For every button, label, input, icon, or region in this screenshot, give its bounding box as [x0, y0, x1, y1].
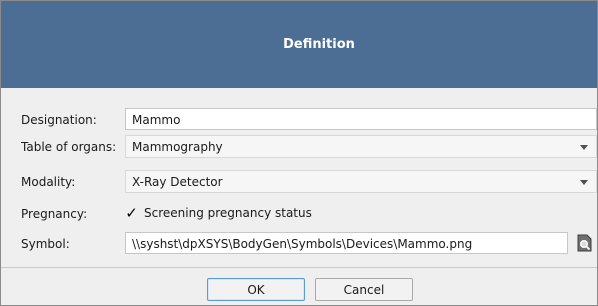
- designation-row: Designation: Mammo: [1, 108, 597, 133]
- table-of-organs-select[interactable]: Mammography: [125, 135, 597, 158]
- ok-button[interactable]: OK: [207, 278, 305, 301]
- designation-label: Designation:: [21, 113, 97, 127]
- modality-value: X-Ray Detector: [132, 175, 223, 189]
- modality-label: Modality:: [21, 175, 76, 189]
- chevron-down-icon: [580, 145, 588, 150]
- table-of-organs-label: Table of organs:: [21, 140, 117, 154]
- chevron-down-icon: [580, 180, 588, 185]
- table-of-organs-row: Table of organs: Mammography: [1, 135, 597, 160]
- modality-select[interactable]: X-Ray Detector: [125, 170, 597, 193]
- cancel-button[interactable]: Cancel: [315, 278, 413, 301]
- table-of-organs-value: Mammography: [132, 140, 223, 154]
- symbol-label: Symbol:: [21, 237, 70, 251]
- pregnancy-checkbox-control[interactable]: ✓ Screening pregnancy status: [125, 202, 312, 224]
- definition-dialog: Definition Designation: Mammo Table of o…: [0, 0, 598, 306]
- symbol-path-input[interactable]: \\syshst\dpXSYS\BodyGen\Symbols\Devices\…: [125, 232, 568, 254]
- file-search-icon: [577, 234, 592, 252]
- dialog-title: Definition: [283, 37, 355, 52]
- pregnancy-checkbox[interactable]: ✓: [125, 204, 138, 222]
- pregnancy-row: Pregnancy: ✓ Screening pregnancy status: [1, 202, 597, 227]
- dialog-titlebar[interactable]: Definition: [1, 1, 597, 88]
- designation-input[interactable]: Mammo: [125, 108, 597, 130]
- modality-row: Modality: X-Ray Detector: [1, 170, 597, 195]
- symbol-row: Symbol: \\syshst\dpXSYS\BodyGen\Symbols\…: [1, 232, 597, 257]
- pregnancy-label: Pregnancy:: [21, 207, 88, 221]
- pregnancy-checkbox-label[interactable]: Screening pregnancy status: [144, 206, 312, 220]
- button-divider: [1, 267, 597, 268]
- browse-symbol-button[interactable]: [574, 232, 596, 254]
